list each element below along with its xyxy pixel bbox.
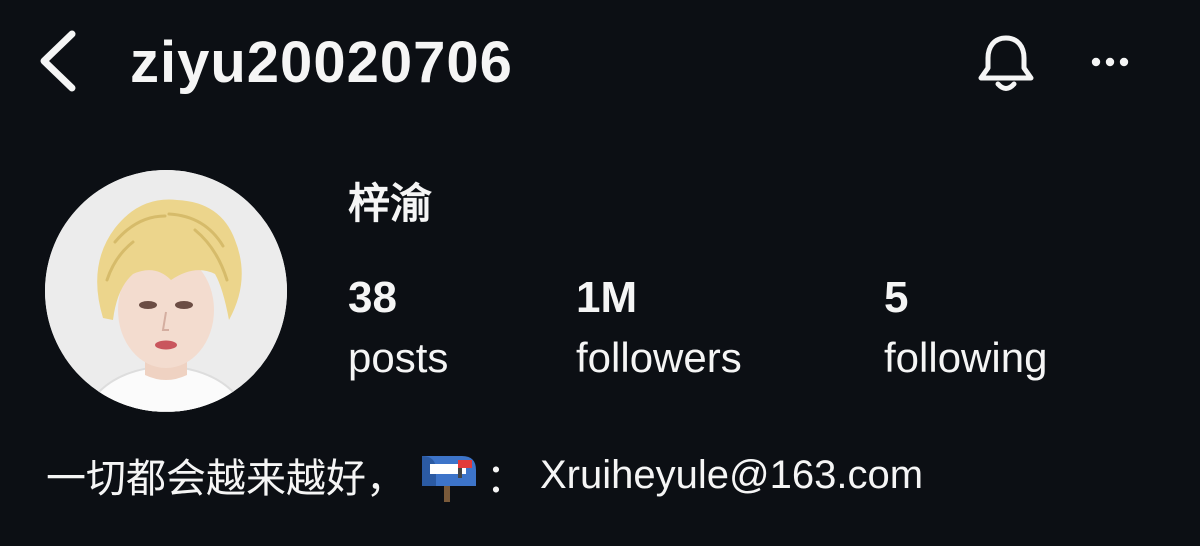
bio-email[interactable]: Xruiheyule@163.com bbox=[540, 453, 923, 498]
bio-separator: ： bbox=[486, 457, 526, 501]
more-options-button[interactable] bbox=[1080, 40, 1140, 84]
following-stat[interactable]: 5 following bbox=[884, 272, 1047, 382]
bell-icon bbox=[978, 35, 1034, 91]
bio-text: 一切都会越来越好， bbox=[46, 457, 406, 501]
posts-stat[interactable]: 38 posts bbox=[348, 272, 448, 382]
followers-count: 1M bbox=[576, 273, 638, 322]
followers-label: followers bbox=[576, 334, 742, 381]
more-horizontal-icon bbox=[1091, 57, 1129, 67]
profile-username: ziyu20020706 bbox=[130, 30, 513, 95]
following-count: 5 bbox=[884, 273, 909, 322]
profile-bio: 一切都会越来越好， ： Xruiheyule@163.com bbox=[46, 446, 923, 504]
posts-label: posts bbox=[348, 334, 449, 381]
followers-stat[interactable]: 1M followers bbox=[576, 272, 742, 382]
profile-display-name: 梓渝 bbox=[348, 180, 433, 227]
top-bar: ziyu20020706 bbox=[0, 0, 1200, 130]
notifications-button[interactable] bbox=[970, 30, 1042, 96]
mailbox-icon bbox=[422, 456, 476, 502]
avatar-image bbox=[45, 170, 287, 412]
profile-avatar[interactable] bbox=[45, 170, 287, 412]
following-label: following bbox=[884, 334, 1048, 381]
posts-count: 38 bbox=[348, 273, 397, 322]
back-button[interactable] bbox=[30, 28, 90, 94]
chevron-left-icon bbox=[40, 30, 76, 92]
